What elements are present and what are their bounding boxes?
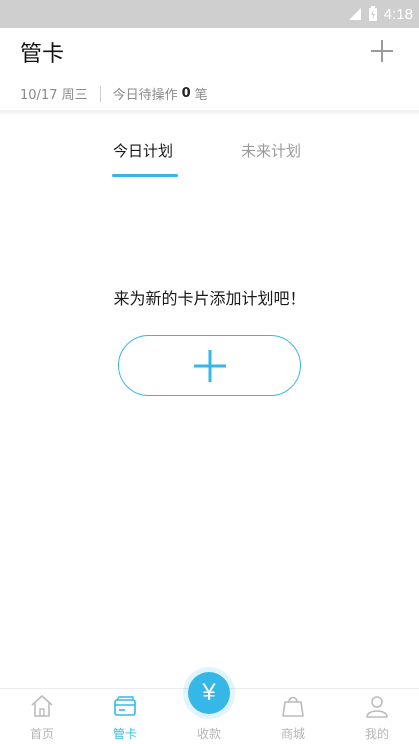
- add-plan-button[interactable]: [118, 335, 301, 396]
- shopping-bag-icon: [280, 693, 306, 723]
- divider: [99, 85, 101, 102]
- plan-tabs: 今日计划 未来计划: [0, 140, 419, 180]
- pending-count: 0: [181, 86, 191, 101]
- page-title: 管卡: [20, 42, 65, 67]
- screen: 4:18 管卡 10/17 周三 今日待操作 0 笔 今日计划 未来计划 来为新…: [0, 0, 419, 744]
- card-icon: [112, 693, 138, 723]
- user-icon: [364, 693, 390, 723]
- nav-item-home[interactable]: 首页: [7, 689, 77, 744]
- add-card-button[interactable]: [369, 38, 395, 64]
- nav-label-card: 管卡: [112, 727, 137, 741]
- summary-row: 10/17 周三 今日待操作 0 笔: [20, 84, 208, 103]
- nav-label-home: 首页: [29, 727, 54, 741]
- empty-state-message: 来为新的卡片添加计划吧！: [113, 289, 306, 308]
- nav-label-mall: 商城: [280, 727, 305, 741]
- nav-item-mine[interactable]: 我的: [342, 689, 412, 744]
- status-bar: 4:18: [0, 0, 419, 28]
- pending-unit: 笔: [194, 88, 208, 103]
- active-tab-indicator: [112, 174, 178, 177]
- pending-label: 今日待操作: [112, 88, 178, 103]
- battery-icon: [368, 6, 378, 22]
- header-shadow: [0, 110, 419, 116]
- nav-item-card[interactable]: 管卡: [90, 689, 160, 744]
- plus-icon: [371, 40, 393, 62]
- collect-fab-button[interactable]: ¥: [188, 672, 230, 714]
- signal-icon: [348, 7, 362, 21]
- status-time: 4:18: [383, 5, 413, 23]
- tab-today-plan[interactable]: 今日计划: [113, 140, 173, 161]
- yen-icon: ¥: [202, 679, 216, 706]
- nav-item-mall[interactable]: 商城: [258, 689, 328, 744]
- header: 管卡 10/17 周三 今日待操作 0 笔: [0, 28, 419, 110]
- nav-label-mine: 我的: [364, 727, 389, 741]
- nav-label-collect: 收款: [196, 727, 221, 741]
- tab-future-plan[interactable]: 未来计划: [241, 140, 301, 161]
- date-label: 10/17 周三: [20, 88, 88, 103]
- home-icon: [29, 693, 55, 723]
- plus-icon: [193, 349, 226, 382]
